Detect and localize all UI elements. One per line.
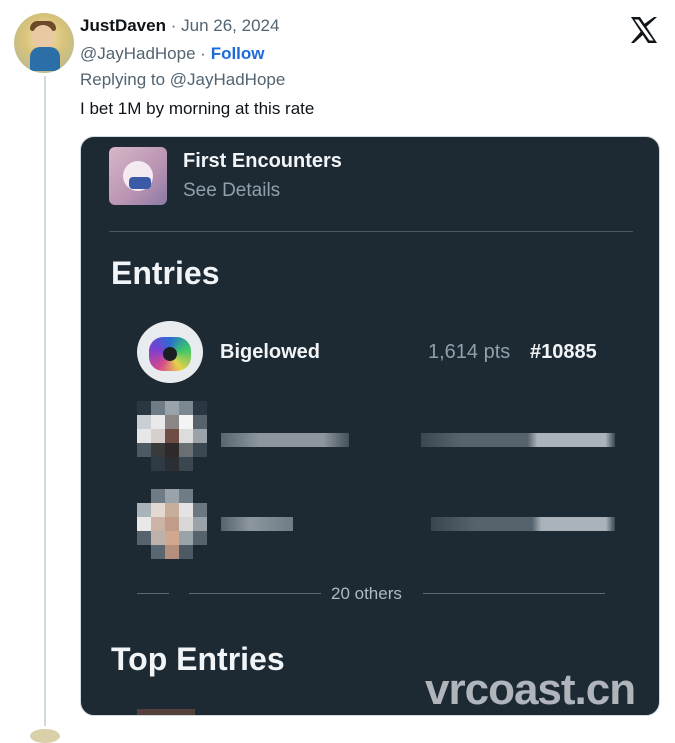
blurred-score (421, 433, 615, 447)
entry-avatar (137, 321, 203, 383)
event-title: First Encounters (183, 150, 342, 172)
top-entries-heading: Top Entries (111, 641, 285, 677)
others-count: 20 others (331, 584, 402, 603)
author-name[interactable]: JustDaven (80, 16, 166, 35)
blurred-score (431, 517, 615, 531)
blurred-name (221, 517, 293, 531)
author-handle[interactable]: @JayHadHope (80, 44, 196, 63)
event-thumbnail (109, 147, 167, 205)
replying-to[interactable]: Replying to @JayHadHope (80, 70, 285, 90)
header-separator: · (170, 16, 177, 35)
tweet-header: JustDaven · Jun 26, 2024 (80, 16, 279, 36)
blurred-avatar-partial (137, 709, 195, 715)
next-reply-avatar[interactable] (30, 729, 60, 743)
follow-button[interactable]: Follow (211, 44, 265, 63)
tweet-text: I bet 1M by morning at this rate (80, 99, 315, 118)
entry-points: 1,614 pts (428, 341, 511, 363)
others-divider-left (137, 593, 169, 594)
see-details-link: See Details (183, 180, 281, 201)
blurred-avatar (137, 401, 207, 471)
entry-name: Bigelowed (220, 341, 321, 363)
others-divider-left-long (189, 593, 321, 594)
entries-heading: Entries (111, 255, 220, 291)
others-divider-right (423, 593, 605, 594)
author-avatar[interactable] (14, 13, 74, 73)
handle-separator: · (200, 44, 206, 63)
divider (109, 231, 633, 232)
tweet-date[interactable]: Jun 26, 2024 (181, 16, 279, 35)
thread-connector-line (44, 76, 46, 726)
blurred-avatar (137, 489, 207, 559)
blurred-name (221, 433, 349, 447)
entry-rank: #10885 (530, 341, 597, 363)
handle-row: @JayHadHope · Follow (80, 44, 265, 64)
x-logo-icon[interactable] (629, 16, 659, 44)
media-screenshot[interactable]: First Encounters See Details Entries Big… (80, 136, 660, 716)
watermark: vrcoast.cn (425, 665, 636, 714)
